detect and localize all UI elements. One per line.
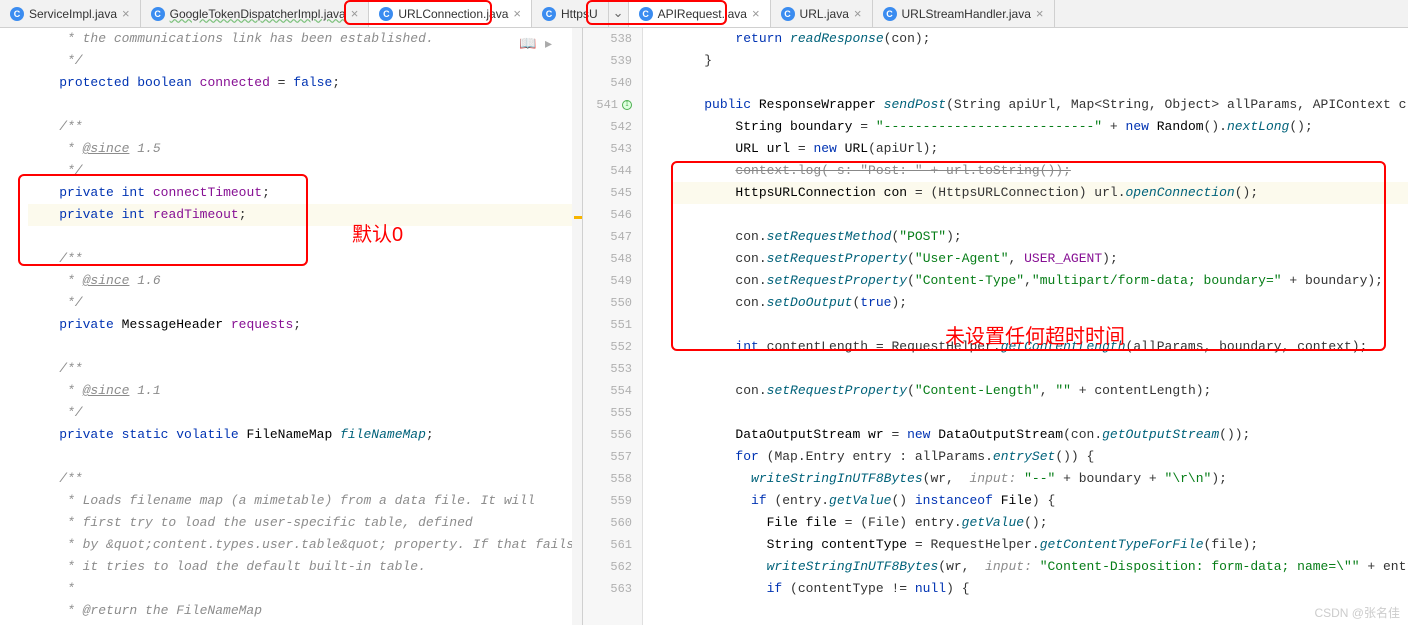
code-line[interactable]: URL url = new URL(apiUrl);: [673, 138, 1408, 160]
code-line[interactable]: /**: [28, 358, 582, 380]
code-line[interactable]: /**: [28, 248, 582, 270]
right-code-area[interactable]: return readResponse(con); } public Respo…: [583, 28, 1408, 600]
code-line[interactable]: * @since 1.5: [28, 138, 582, 160]
left-editor-pane: * the communications link has been estab…: [0, 28, 583, 625]
code-line[interactable]: [673, 358, 1408, 380]
tab-bar: C ServiceImpl.java × C GoogleTokenDispatcher…: [0, 0, 1408, 28]
code-line[interactable]: [673, 402, 1408, 424]
class-icon: C: [151, 7, 165, 21]
code-line[interactable]: /**: [28, 468, 582, 490]
code-line[interactable]: private int readTimeout;: [28, 204, 582, 226]
close-icon[interactable]: ×: [752, 6, 760, 21]
tab-googletokendispatcherimpl-java[interactable]: C GoogleTokenDispatcherImpl.java ×: [141, 0, 370, 27]
code-line[interactable]: * @since 1.1: [28, 380, 582, 402]
code-line[interactable]: [28, 94, 582, 116]
class-icon: C: [781, 7, 795, 21]
right-editor-pane: 538539540541I542543544545546547548549550…: [583, 28, 1408, 625]
code-line[interactable]: if (entry.getValue() instanceof File) {: [673, 490, 1408, 512]
code-line[interactable]: [28, 446, 582, 468]
code-line[interactable]: private static volatile FileNameMap file…: [28, 424, 582, 446]
code-line[interactable]: }: [673, 50, 1408, 72]
tab-serviceimpl-java[interactable]: C ServiceImpl.java ×: [0, 0, 141, 27]
code-line[interactable]: con.setDoOutput(true);: [673, 292, 1408, 314]
tab-label: URL.java: [800, 7, 849, 21]
class-icon: C: [883, 7, 897, 21]
code-line[interactable]: [28, 226, 582, 248]
tab-httpsu[interactable]: C HttpsU: [532, 0, 609, 27]
code-line[interactable]: [673, 204, 1408, 226]
code-line[interactable]: * first try to load the user-specific ta…: [28, 512, 582, 534]
left-scrollbar[interactable]: [572, 28, 582, 625]
class-icon: C: [542, 7, 556, 21]
code-line[interactable]: */: [28, 50, 582, 72]
tab-urlstreamhandler-java[interactable]: C URLStreamHandler.java ×: [873, 0, 1055, 27]
tab-apirequest-java[interactable]: C APIRequest.java ×: [629, 0, 771, 27]
code-line[interactable]: return readResponse(con);: [673, 28, 1408, 50]
code-line[interactable]: int contentLength = RequestHelper.getCon…: [673, 336, 1408, 358]
code-line[interactable]: writeStringInUTF8Bytes(wr, input: "Conte…: [673, 556, 1408, 578]
code-line[interactable]: String boundary = "---------------------…: [673, 116, 1408, 138]
code-line[interactable]: * Loads filename map (a mimetable) from …: [28, 490, 582, 512]
code-line[interactable]: /**: [28, 116, 582, 138]
code-line[interactable]: con.setRequestMethod("POST");: [673, 226, 1408, 248]
code-line[interactable]: con.setRequestProperty("User-Agent", USE…: [673, 248, 1408, 270]
close-icon[interactable]: ×: [854, 6, 862, 21]
code-line[interactable]: *: [28, 578, 582, 600]
tab-label: APIRequest.java: [658, 7, 747, 21]
code-line[interactable]: * @since 1.6: [28, 270, 582, 292]
editor-split: * the communications link has been estab…: [0, 28, 1408, 625]
code-line[interactable]: writeStringInUTF8Bytes(wr, input: "--" +…: [673, 468, 1408, 490]
code-line[interactable]: con.setRequestProperty("Content-Type","m…: [673, 270, 1408, 292]
watermark: CSDN @张名佳: [1314, 604, 1400, 621]
code-line[interactable]: DataOutputStream wr = new DataOutputStre…: [673, 424, 1408, 446]
tab-label: GoogleTokenDispatcherImpl.java: [170, 7, 346, 21]
class-icon: C: [379, 7, 393, 21]
code-line[interactable]: * the communications link has been estab…: [28, 28, 582, 50]
code-line[interactable]: * @return the FileNameMap: [28, 600, 582, 622]
code-line[interactable]: [673, 314, 1408, 336]
code-line[interactable]: * by &quot;content.types.user.table&quot…: [28, 534, 582, 556]
code-line[interactable]: protected boolean connected = false;: [28, 72, 582, 94]
code-line[interactable]: private int connectTimeout;: [28, 182, 582, 204]
left-code-area[interactable]: * the communications link has been estab…: [0, 28, 582, 622]
tab-label: URLStreamHandler.java: [902, 7, 1031, 21]
code-line[interactable]: private MessageHeader requests;: [28, 314, 582, 336]
tabs-dropdown-icon[interactable]: ⌄: [609, 6, 628, 21]
code-line[interactable]: public ResponseWrapper sendPost(String a…: [673, 94, 1408, 116]
class-icon: C: [639, 7, 653, 21]
code-line[interactable]: */: [28, 160, 582, 182]
code-line[interactable]: * it tries to load the default built-in …: [28, 556, 582, 578]
code-line[interactable]: if (contentType != null) {: [673, 578, 1408, 600]
code-line[interactable]: String contentType = RequestHelper.getCo…: [673, 534, 1408, 556]
code-line[interactable]: for (Map.Entry entry : allParams.entrySe…: [673, 446, 1408, 468]
tab-label: URLConnection.java: [398, 7, 508, 21]
tab-url-java[interactable]: C URL.java ×: [771, 0, 873, 27]
code-line[interactable]: */: [28, 402, 582, 424]
code-line[interactable]: */: [28, 292, 582, 314]
close-icon[interactable]: ×: [122, 6, 130, 21]
code-line[interactable]: context.log( s: "Post: " + url.toString(…: [673, 160, 1408, 182]
tab-label: HttpsU: [561, 7, 598, 21]
code-line[interactable]: File file = (File) entry.getValue();: [673, 512, 1408, 534]
close-icon[interactable]: ×: [351, 6, 359, 21]
close-icon[interactable]: ×: [1036, 6, 1044, 21]
code-line[interactable]: [673, 72, 1408, 94]
tab-label: ServiceImpl.java: [29, 7, 117, 21]
code-line[interactable]: [28, 336, 582, 358]
code-line[interactable]: con.setRequestProperty("Content-Length",…: [673, 380, 1408, 402]
code-line[interactable]: HttpsURLConnection con = (HttpsURLConnec…: [673, 182, 1408, 204]
reader-mode-icon[interactable]: 📖 ▸: [519, 36, 552, 53]
tab-urlconnection-java[interactable]: C URLConnection.java ×: [369, 0, 532, 27]
class-icon: C: [10, 7, 24, 21]
close-icon[interactable]: ×: [513, 6, 521, 21]
